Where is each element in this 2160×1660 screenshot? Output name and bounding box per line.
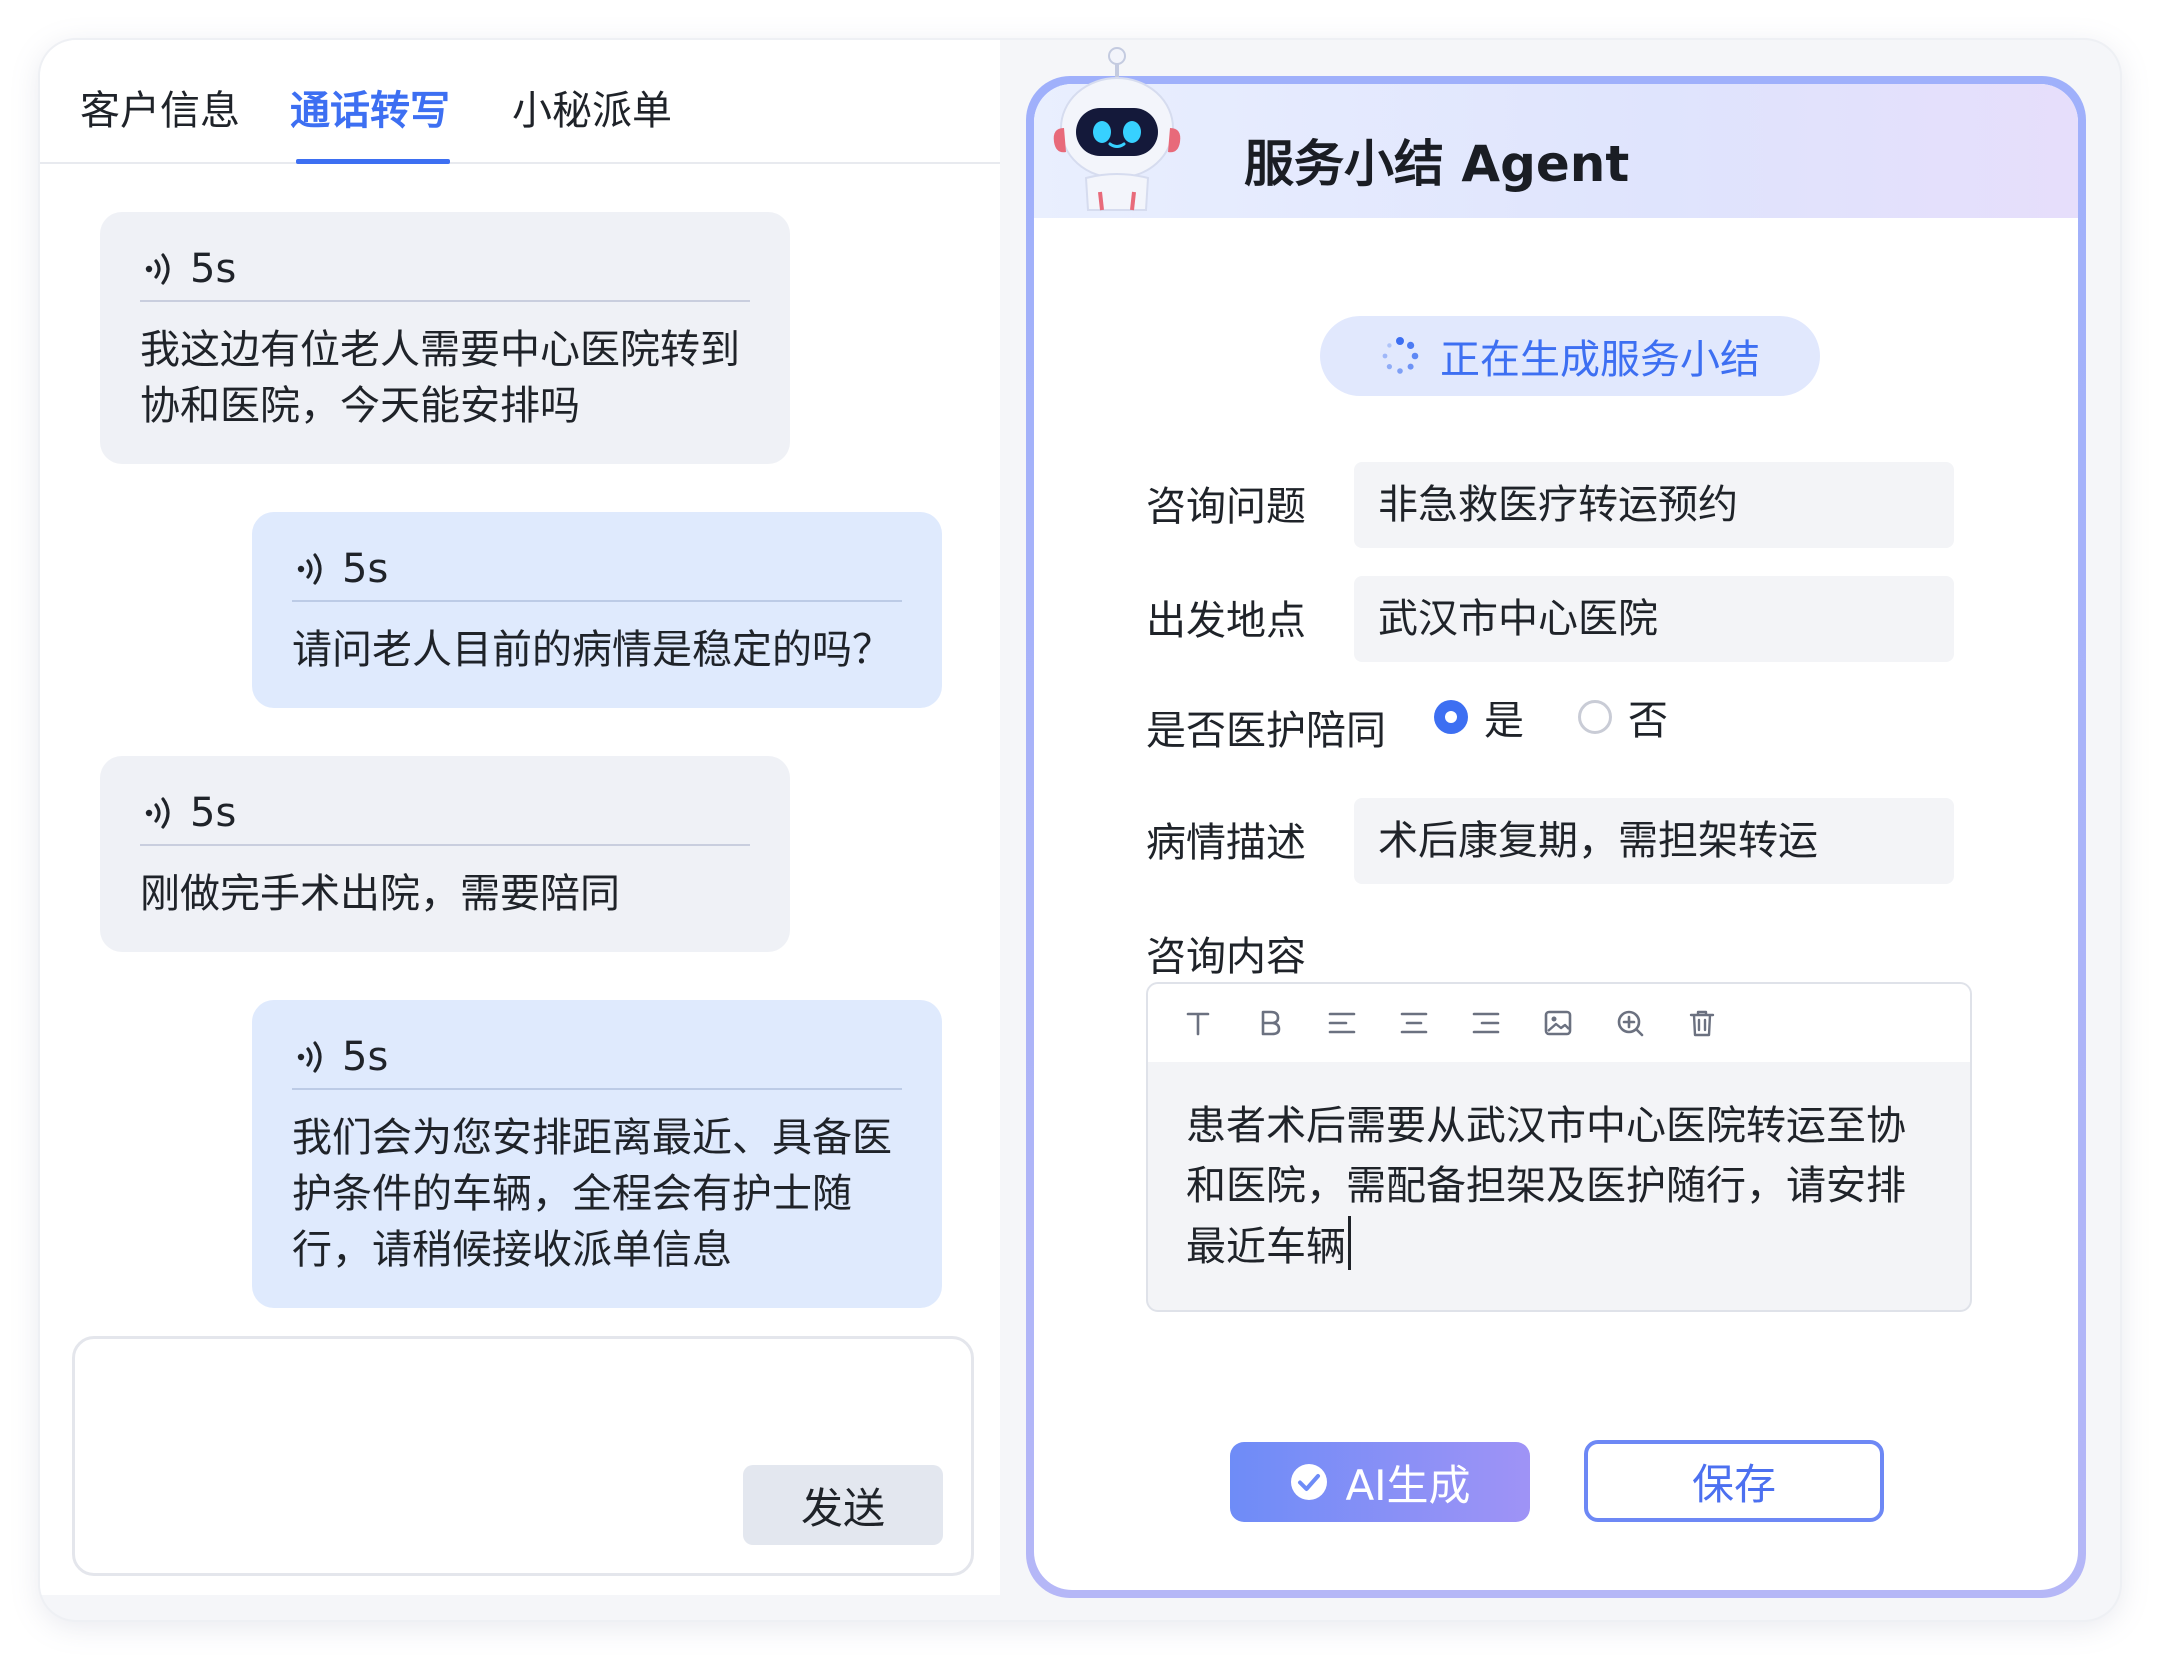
message-header: 5s bbox=[140, 782, 750, 846]
escort-label: 是否医护陪同 bbox=[1146, 708, 1386, 754]
tab-customer-info[interactable]: 客户信息 bbox=[80, 78, 240, 136]
message-duration: 5s bbox=[342, 1034, 389, 1080]
message-header: 5s bbox=[292, 538, 902, 602]
text-icon[interactable] bbox=[1178, 1003, 1218, 1043]
message-header: 5s bbox=[292, 1026, 902, 1090]
origin-field[interactable]: 武汉市中心医院 bbox=[1354, 576, 1954, 662]
escort-no-label: 否 bbox=[1628, 698, 1668, 744]
message-bubble-agent: 5s 请问老人目前的病情是稳定的吗？ bbox=[252, 512, 942, 708]
align-center-icon[interactable] bbox=[1394, 1003, 1434, 1043]
tab-call-transcript[interactable]: 通话转写 bbox=[290, 78, 450, 136]
message-duration: 5s bbox=[190, 790, 237, 836]
message-duration: 5s bbox=[342, 546, 389, 592]
condition-field[interactable]: 术后康复期，需担架转运 bbox=[1354, 798, 1954, 884]
voice-icon[interactable] bbox=[140, 248, 182, 290]
escort-yes-radio[interactable]: 是 bbox=[1434, 688, 1524, 746]
align-left-icon[interactable] bbox=[1322, 1003, 1362, 1043]
message-duration: 5s bbox=[190, 246, 237, 292]
radio-checked-icon bbox=[1434, 700, 1468, 734]
check-circle-icon bbox=[1291, 1464, 1328, 1500]
message-text: 我们会为您安排距离最近、具备医护条件的车辆，全程会有护士随行，请稍候接收派单信息 bbox=[292, 1115, 892, 1273]
message-bubble-agent: 5s 我们会为您安排距离最近、具备医护条件的车辆，全程会有护士随行，请稍候接收派… bbox=[252, 1000, 942, 1308]
agent-title: 服务小结 Agent bbox=[1244, 135, 1630, 193]
send-button[interactable]: 发送 bbox=[743, 1465, 943, 1545]
text-cursor bbox=[1348, 1216, 1351, 1270]
origin-label: 出发地点 bbox=[1146, 598, 1306, 644]
content-text[interactable]: 患者术后需要从武汉市中心医院转运至协和医院，需配备担架及医护随行，请安排最近车辆 bbox=[1148, 1062, 1970, 1277]
escort-no-radio[interactable]: 否 bbox=[1578, 688, 1668, 746]
ai-generate-label: AI生成 bbox=[1345, 1460, 1471, 1510]
ai-generate-button[interactable]: AI生成 bbox=[1230, 1442, 1530, 1522]
message-header: 5s bbox=[140, 238, 750, 302]
voice-icon[interactable] bbox=[140, 792, 182, 834]
message-bubble-customer: 5s 刚做完手术出院，需要陪同 bbox=[100, 756, 790, 952]
message-text: 刚做完手术出院，需要陪同 bbox=[140, 871, 620, 917]
voice-icon[interactable] bbox=[292, 1036, 334, 1078]
summary-agent-card: 服务小结 Agent 正在生成服务小结 咨询问题 非急救医疗转运预约 出发地点 bbox=[1034, 84, 2078, 1590]
generating-status: 正在生成服务小结 bbox=[1320, 316, 1820, 396]
message-text: 我这边有位老人需要中心医院转到协和医院，今天能安排吗 bbox=[140, 327, 740, 429]
bold-icon[interactable] bbox=[1250, 1003, 1290, 1043]
summary-agent-panel: 服务小结 Agent 正在生成服务小结 咨询问题 非急救医疗转运预约 出发地点 bbox=[1026, 47, 2086, 1598]
message-text: 请问老人目前的病情是稳定的吗？ bbox=[292, 627, 892, 673]
question-label: 咨询问题 bbox=[1146, 484, 1306, 530]
content-label: 咨询内容 bbox=[1146, 934, 1306, 980]
content-editor[interactable]: 患者术后需要从武汉市中心医院转运至协和医院，需配备担架及医护随行，请安排最近车辆 bbox=[1146, 982, 1972, 1312]
tab-dispatch[interactable]: 小秘派单 bbox=[512, 78, 672, 136]
loading-spinner-icon bbox=[1382, 337, 1419, 374]
message-bubble-customer: 5s 我这边有位老人需要中心医院转到协和医院，今天能安排吗 bbox=[100, 212, 790, 464]
content-text-value: 患者术后需要从武汉市中心医院转运至协和医院，需配备担架及医护随行，请安排最近车辆 bbox=[1186, 1103, 1906, 1270]
question-field[interactable]: 非急救医疗转运预约 bbox=[1354, 462, 1954, 548]
editor-toolbar bbox=[1148, 984, 1970, 1062]
message-input[interactable]: 发送 bbox=[72, 1336, 974, 1576]
escort-yes-label: 是 bbox=[1484, 698, 1524, 744]
image-icon[interactable] bbox=[1538, 1003, 1578, 1043]
condition-label: 病情描述 bbox=[1146, 820, 1306, 866]
app-window: 客户信息 通话转写 小秘派单 5s 我这边有位老人需要中心医院转到协和医院，今天… bbox=[40, 40, 2120, 1620]
active-tab-indicator bbox=[296, 159, 450, 164]
generating-status-text: 正在生成服务小结 bbox=[1440, 337, 1760, 383]
robot-avatar-icon bbox=[1053, 47, 1181, 211]
align-right-icon[interactable] bbox=[1466, 1003, 1506, 1043]
save-button[interactable]: 保存 bbox=[1584, 1440, 1884, 1522]
tab-bar: 客户信息 通话转写 小秘派单 bbox=[40, 40, 1000, 164]
radio-unchecked-icon bbox=[1578, 700, 1612, 734]
voice-icon[interactable] bbox=[292, 548, 334, 590]
zoom-in-icon[interactable] bbox=[1610, 1003, 1650, 1043]
delete-icon[interactable] bbox=[1682, 1003, 1722, 1043]
transcript-panel: 客户信息 通话转写 小秘派单 5s 我这边有位老人需要中心医院转到协和医院，今天… bbox=[40, 40, 1000, 1595]
escort-radio-group: 是 否 bbox=[1434, 688, 1722, 746]
